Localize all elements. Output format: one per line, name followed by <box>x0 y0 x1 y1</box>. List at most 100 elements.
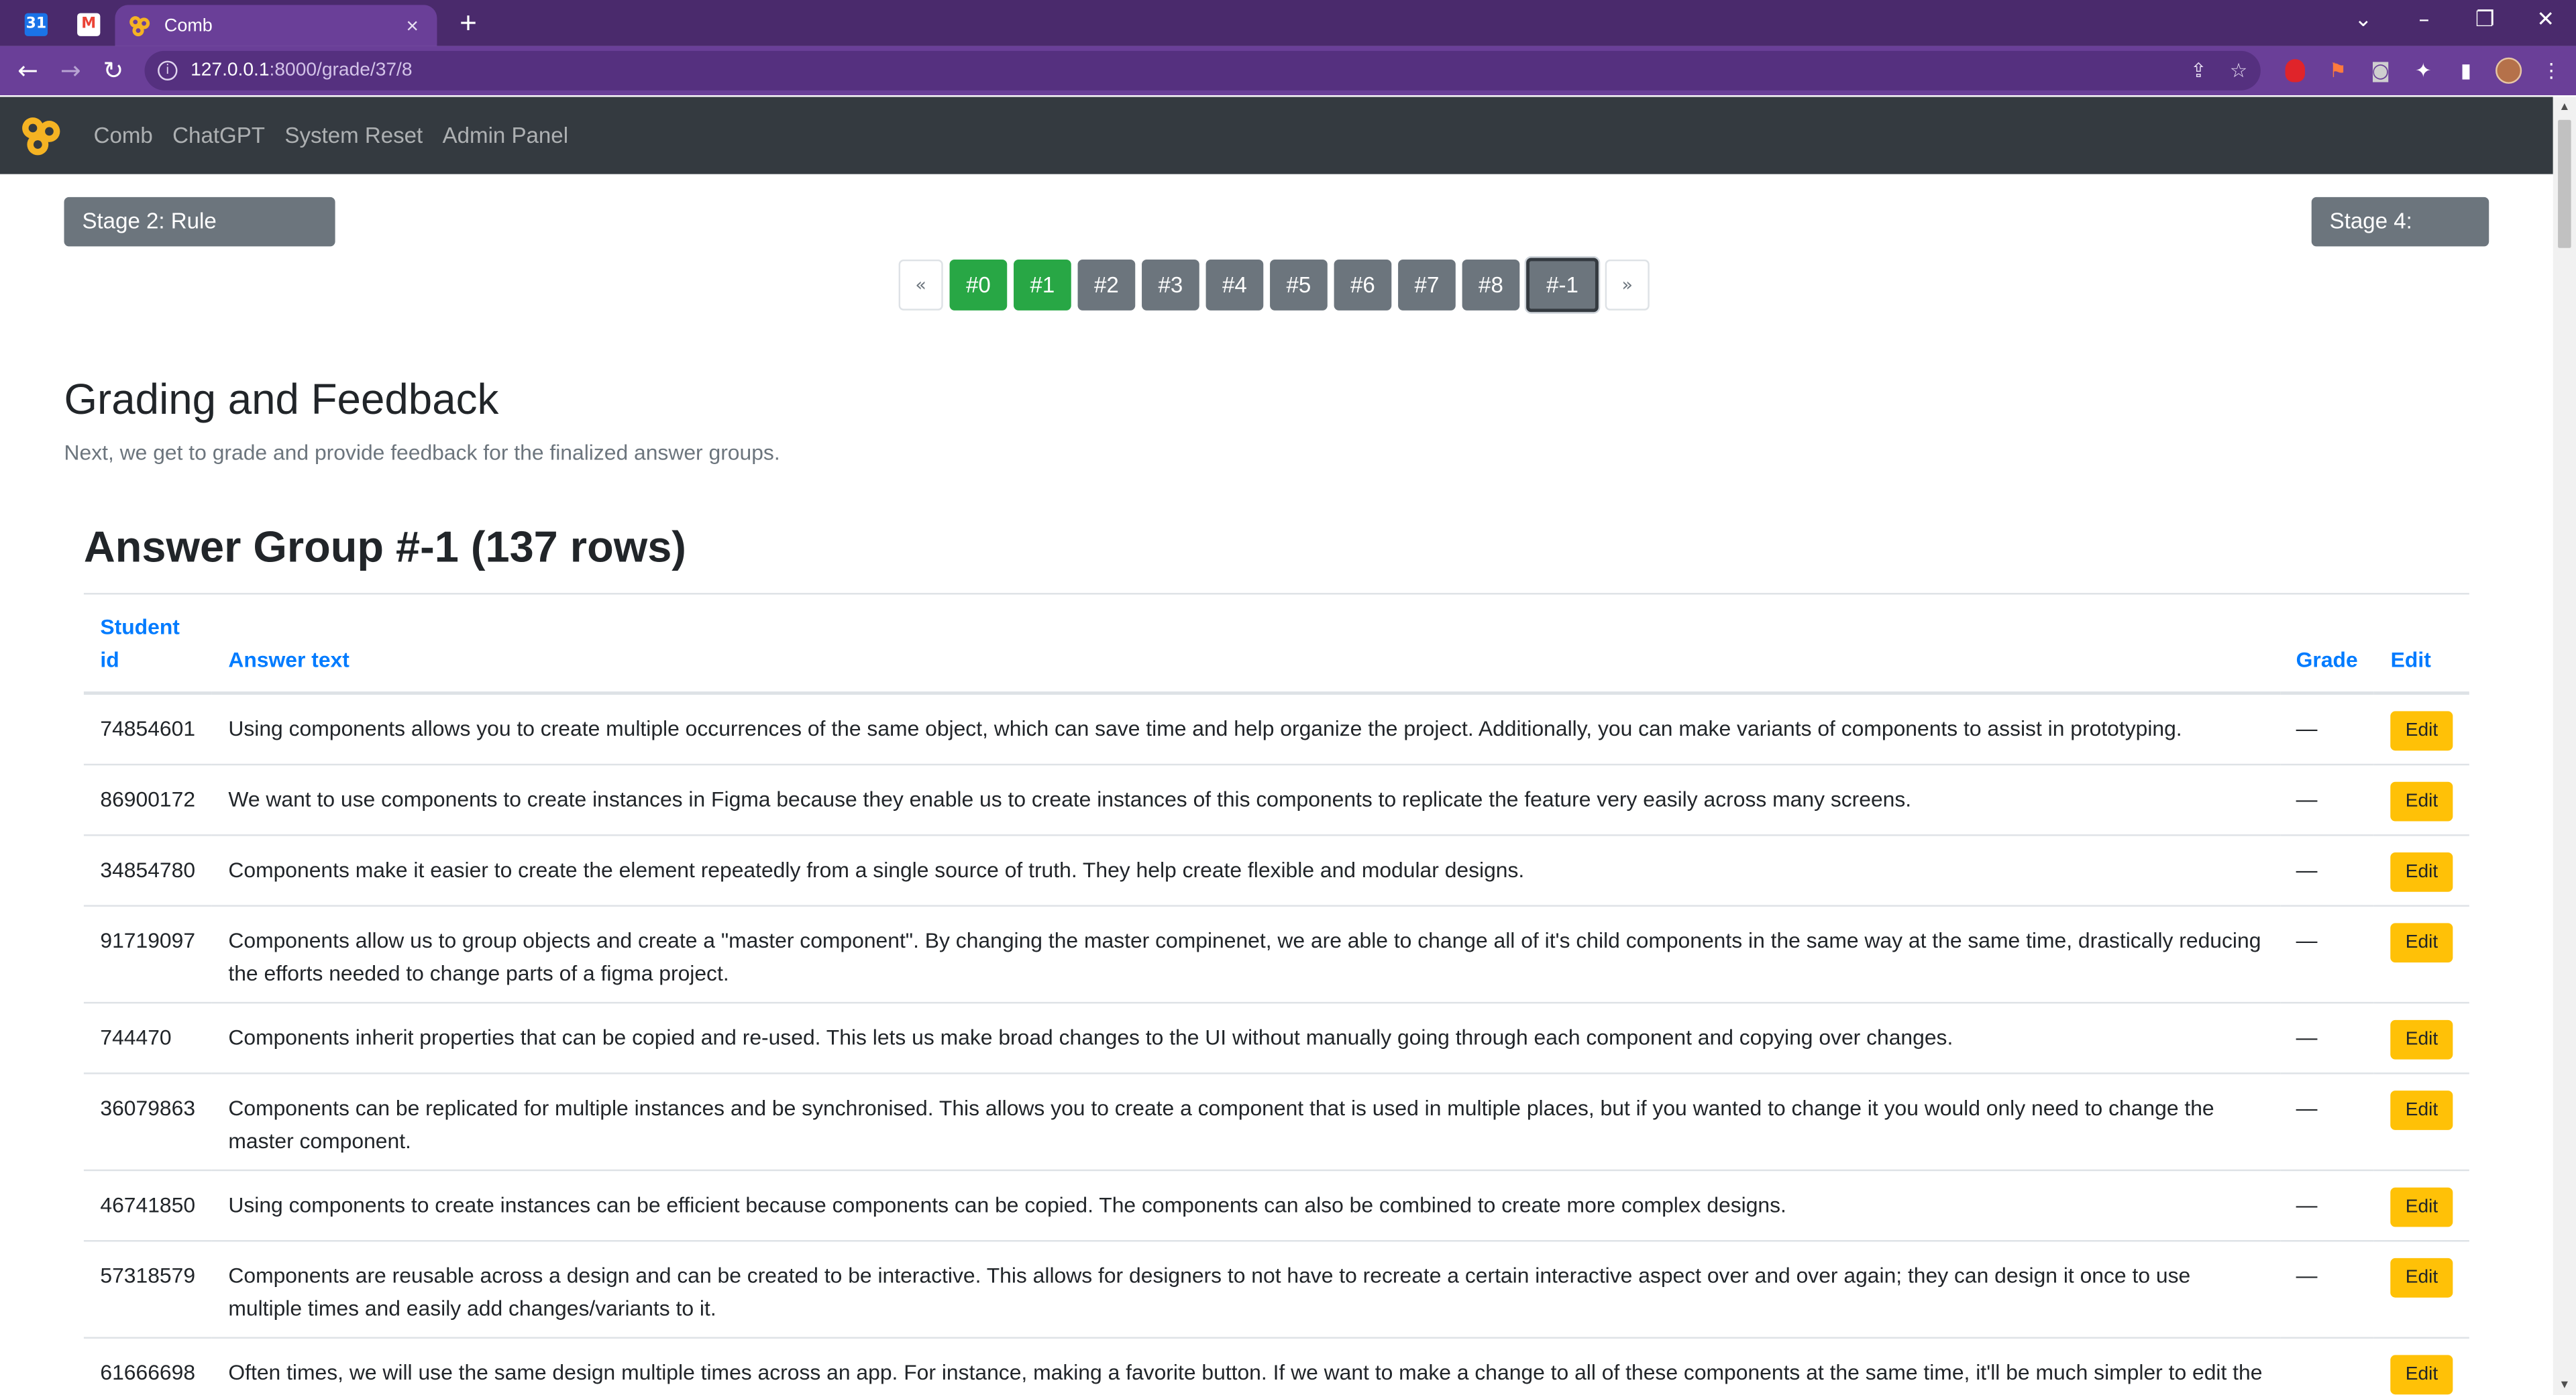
column-header-student-id[interactable]: Student id <box>83 594 212 695</box>
grade-value: — <box>2279 1169 2375 1241</box>
student-id: 61666698 <box>83 1337 212 1395</box>
answer-text: Components can be replicated for multipl… <box>211 1072 2280 1170</box>
stage-4-button[interactable]: Stage 4: Export <box>2311 197 2489 282</box>
pager-group-5[interactable]: #5 <box>1270 258 1328 310</box>
camera-extension-icon[interactable]: ◙ <box>2359 54 2402 87</box>
browser-menu-icon[interactable]: ⋮ <box>2530 54 2573 87</box>
stage-2-button[interactable]: Stage 2: Rule Refinement <box>64 197 335 282</box>
table-row: 74854601 Using components allows you to … <box>83 692 2469 765</box>
forward-icon[interactable]: → <box>49 49 92 92</box>
answer-text: Components inherit properties that can b… <box>211 1001 2280 1074</box>
column-header-edit[interactable]: Edit <box>2374 594 2469 695</box>
window-controls: ⌄ – ❐ ✕ <box>2333 0 2576 46</box>
address-bar[interactable]: i 127.0.0.1 :8000/grade/37/8 ⇪ ☆ <box>144 50 2261 91</box>
pinned-tab-calendar[interactable]: 31 <box>13 7 60 43</box>
close-tab-icon[interactable]: × <box>401 13 424 38</box>
browser-toolbar: ← → ↻ i 127.0.0.1 :8000/grade/37/8 ⇪ ☆ ⚑… <box>0 46 2576 96</box>
page-subtitle: Next, we get to grade and provide feedba… <box>64 440 780 465</box>
edit-button[interactable]: Edit <box>2390 711 2453 751</box>
edit-cell: Edit <box>2374 905 2469 1003</box>
nav-link-comb[interactable]: Comb <box>94 123 153 148</box>
edit-button[interactable]: Edit <box>2390 781 2453 822</box>
adblock-extension-icon[interactable] <box>2273 54 2316 87</box>
answer-group-pager: « #0 #1 #2 #3 #4 #5 #6 #7 #8 #-1 » <box>898 257 1656 312</box>
browser-tab-active[interactable]: Comb × <box>115 5 437 46</box>
extension-icons: ⚑ ◙ ✦ ▮ ⋮ <box>2273 54 2573 87</box>
edit-button[interactable]: Edit <box>2390 923 2453 963</box>
edit-button[interactable]: Edit <box>2390 1091 2453 1130</box>
pager-group-2[interactable]: #2 <box>1077 258 1136 310</box>
grade-value: — <box>2279 692 2375 765</box>
extensions-puzzle-icon[interactable]: ✦ <box>2402 54 2445 87</box>
nav-link-system-reset[interactable]: System Reset <box>284 123 423 148</box>
grade-value: — <box>2279 834 2375 906</box>
table-row: 61666698 Often times, we will use the sa… <box>83 1337 2469 1395</box>
grade-value: — <box>2279 905 2375 1003</box>
edit-button[interactable]: Edit <box>2390 1187 2453 1227</box>
table-row: 34854780 Components make it easier to cr… <box>83 834 2469 906</box>
scroll-up-icon[interactable]: ▲ <box>2553 97 2576 119</box>
table-row: 46741850 Using components to create inst… <box>83 1169 2469 1241</box>
pager-group-8[interactable]: #8 <box>1462 258 1520 310</box>
reload-icon[interactable]: ↻ <box>92 49 135 92</box>
page-scrollbar[interactable]: ▲ ▼ <box>2553 97 2576 1395</box>
pinned-tab-gmail[interactable]: M <box>66 7 112 43</box>
edit-button[interactable]: Edit <box>2390 852 2453 892</box>
close-window-icon[interactable]: ✕ <box>2515 0 2576 40</box>
pager-group-0[interactable]: #0 <box>949 258 1008 310</box>
pager-prev-button[interactable]: « <box>898 258 943 310</box>
answer-text: Using components allows you to create mu… <box>211 692 2280 765</box>
answer-text: We want to use components to create inst… <box>211 763 2280 836</box>
back-icon[interactable]: ← <box>7 49 50 92</box>
share-icon[interactable]: ⇪ <box>2190 59 2207 82</box>
grade-value: — <box>2279 1001 2375 1074</box>
comb-brand-logo[interactable] <box>19 114 62 157</box>
edit-button[interactable]: Edit <box>2390 1019 2453 1060</box>
pager-group-1[interactable]: #1 <box>1014 258 1071 310</box>
pager-group-6[interactable]: #6 <box>1334 258 1392 310</box>
table-row: 91719097 Components allow us to group ob… <box>83 905 2469 1003</box>
pager-group-7[interactable]: #7 <box>1398 258 1456 310</box>
answer-text: Using components to create instances can… <box>211 1169 2280 1241</box>
flag-extension-icon[interactable]: ⚑ <box>2316 54 2359 87</box>
pager-group-4[interactable]: #4 <box>1205 258 1264 310</box>
scroll-down-icon[interactable]: ▼ <box>2553 1375 2576 1395</box>
column-header-student-id-line2: id <box>100 646 119 671</box>
edit-cell: Edit <box>2374 1239 2469 1338</box>
minimize-icon[interactable]: – <box>2394 0 2455 40</box>
edit-cell: Edit <box>2374 692 2469 765</box>
browser-tabstrip: 31 M Comb × + ⌄ – ❐ ✕ <box>0 0 2576 46</box>
edit-cell: Edit <box>2374 763 2469 836</box>
answer-text: Often times, we will use the same design… <box>211 1337 2280 1395</box>
grade-value: — <box>2279 763 2375 836</box>
column-header-grade[interactable]: Grade <box>2279 594 2375 695</box>
gmail-icon: M <box>77 13 101 36</box>
url-host: 127.0.0.1 <box>191 60 270 81</box>
answer-group-title: Answer Group #-1 (137 rows) <box>83 522 686 572</box>
profile-avatar[interactable] <box>2487 54 2530 87</box>
edit-button[interactable]: Edit <box>2390 1355 2453 1395</box>
site-info-icon[interactable]: i <box>158 60 178 81</box>
column-header-student-id-line1: Student <box>100 614 180 639</box>
column-header-answer-text[interactable]: Answer text <box>211 594 2280 695</box>
edit-cell: Edit <box>2374 1337 2469 1395</box>
student-id: 91719097 <box>83 905 212 1003</box>
side-panel-icon[interactable]: ▮ <box>2445 54 2487 87</box>
pager-group-3[interactable]: #3 <box>1142 258 1199 310</box>
student-id: 34854780 <box>83 834 212 906</box>
answer-text: Components are reusable across a design … <box>211 1239 2280 1338</box>
pager-group-unassigned[interactable]: #-1 <box>1526 257 1599 312</box>
new-tab-button[interactable]: + <box>453 7 483 40</box>
student-id: 36079863 <box>83 1072 212 1170</box>
student-id: 74854601 <box>83 692 212 765</box>
nav-link-chatgpt[interactable]: ChatGPT <box>172 123 265 148</box>
scrollbar-thumb[interactable] <box>2558 119 2571 248</box>
restore-icon[interactable]: ❐ <box>2455 0 2516 40</box>
pager-next-button[interactable]: » <box>1605 258 1650 310</box>
nav-link-admin-panel[interactable]: Admin Panel <box>443 123 568 148</box>
bookmark-star-icon[interactable]: ☆ <box>2230 59 2247 82</box>
answer-text: Components make it easier to create the … <box>211 834 2280 906</box>
tab-search-icon[interactable]: ⌄ <box>2333 0 2394 40</box>
edit-button[interactable]: Edit <box>2390 1258 2453 1298</box>
answer-text: Components allow us to group objects and… <box>211 905 2280 1003</box>
